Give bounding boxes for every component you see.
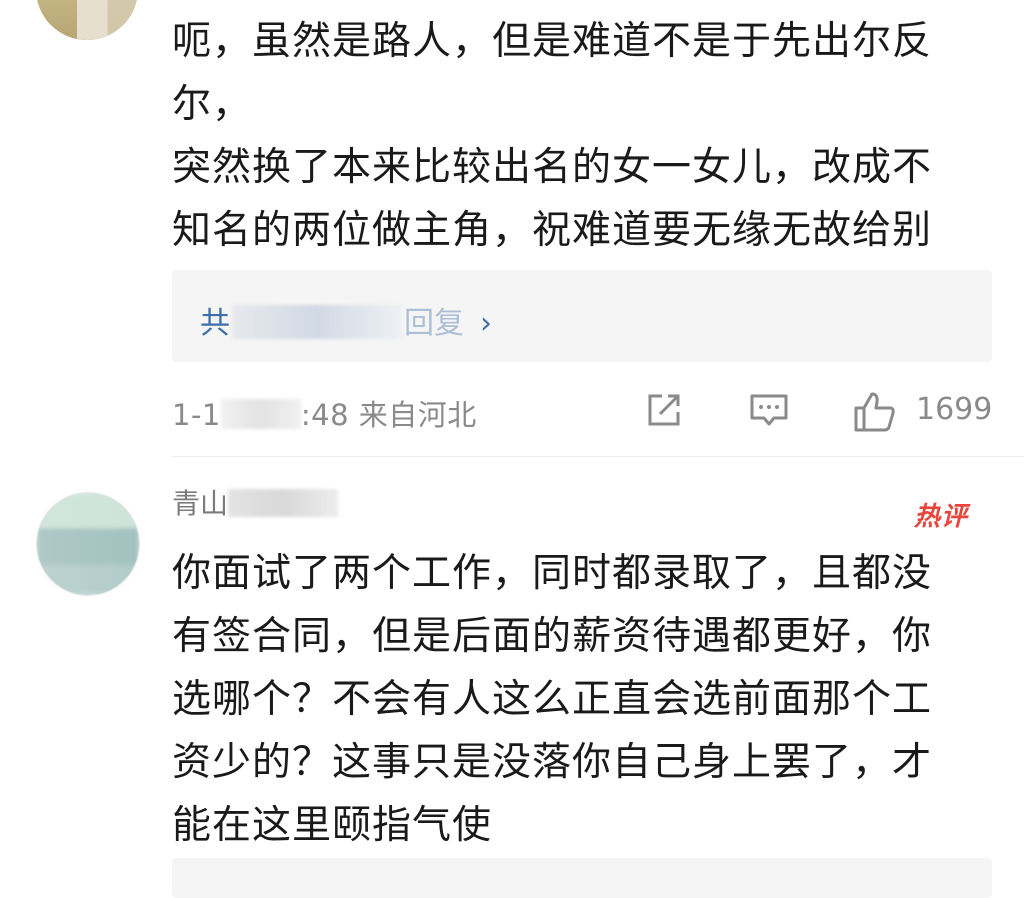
comment-icon[interactable]	[748, 390, 790, 430]
avatar[interactable]	[36, 0, 138, 40]
avatar[interactable]	[36, 492, 140, 596]
comment-time-tail: :48	[300, 398, 350, 432]
comment-item: 呃，虽然是路人，但是难道不是于先出尔反尔， 突然换了本来比较出名的女一女儿，改成…	[0, 0, 1024, 458]
avatar-blur	[36, 0, 138, 40]
username-text: 青山	[172, 487, 229, 520]
like-icon[interactable]	[852, 390, 898, 434]
reply-prefix: 共	[200, 306, 230, 341]
replies-box[interactable]	[172, 858, 992, 898]
avatar-blur	[37, 493, 139, 595]
comment-item: 青山 热评 你面试了两个工作，同时都录取了，且都没 有签合同，但是后面的薪资待遇…	[0, 468, 1024, 898]
redacted-mask	[220, 399, 301, 429]
reply-suffix: 回复	[404, 306, 464, 341]
username[interactable]: 青山	[172, 482, 339, 522]
comment-location: 来自河北	[358, 398, 477, 432]
hot-comment-badge: 热评	[914, 502, 969, 532]
comment-time: 1-1	[172, 398, 221, 432]
comment-meta: 1-1 :48 来自河北	[172, 392, 477, 434]
view-replies-link[interactable]: 共 回复 ›	[200, 298, 492, 342]
redacted-mask	[228, 489, 339, 517]
redacted-mask	[232, 305, 402, 339]
comment-text: 你面试了两个工作，同时都录取了，且都没 有签合同，但是后面的薪资待遇都更好，你 …	[172, 551, 933, 848]
chevron-right-icon: ›	[480, 306, 492, 341]
like-count: 1699	[916, 392, 993, 427]
share-icon[interactable]	[644, 390, 684, 430]
replies-box[interactable]: 共 回复 ›	[172, 270, 992, 362]
divider	[172, 456, 1024, 457]
